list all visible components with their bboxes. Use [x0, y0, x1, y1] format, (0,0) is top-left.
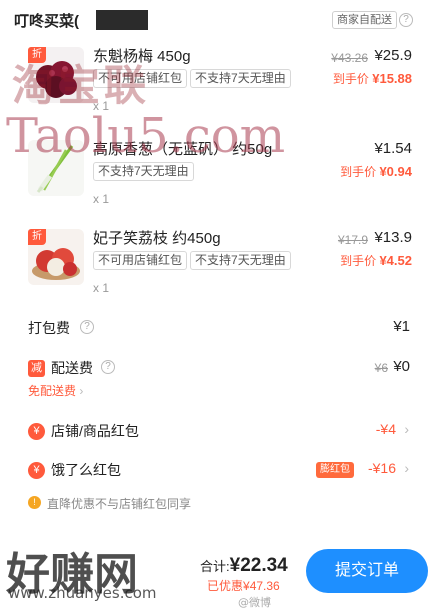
discount-tag: 折: [28, 47, 46, 63]
warning-icon: !: [28, 496, 41, 509]
product-tags: 不可用店铺红包 不支持7天无理由: [93, 251, 294, 270]
help-icon[interactable]: ?: [80, 320, 94, 334]
discount-badge: 减: [28, 360, 45, 377]
product-qty: x 1: [93, 192, 110, 206]
product-tags: 不可用店铺红包 不支持7天无理由: [93, 69, 294, 88]
discount-tag: 折: [28, 229, 46, 245]
final-price: 到手价 ¥4.52: [340, 253, 412, 268]
free-delivery-link[interactable]: 免配送费 ›: [28, 382, 83, 399]
delivery-fee-label: 配送费: [51, 360, 93, 376]
merchant-delivery-badge: 商家自配送: [332, 11, 397, 29]
saved-amount: 已优惠¥47.36: [207, 579, 280, 593]
fee-card: 打包费 ? ¥1 减 配送费 ? ¥6 ¥0 免配送费 › ¥ 店铺/商品红包 …: [0, 305, 440, 537]
ele-coupon-label: 饿了么红包: [51, 462, 121, 478]
product-tag: 不支持7天无理由: [93, 162, 194, 181]
final-price: 到手价 ¥0.94: [340, 164, 412, 179]
help-icon[interactable]: ?: [399, 13, 413, 27]
store-card: 叮咚买菜( 商家自配送 ? 折 东魁杨梅 450g 不可用店铺红包 不支持7天无理…: [0, 0, 440, 305]
coupon-icon: ¥: [28, 423, 45, 440]
product-qty: x 1: [93, 281, 110, 295]
product-tag: 不可用店铺红包: [93, 69, 188, 88]
product-name: 东魁杨梅 450g: [93, 48, 191, 65]
product-tag: 不可用店铺红包: [93, 251, 188, 270]
product-tag: 不支持7天无理由: [190, 251, 291, 270]
checkout-bar: 合计:¥22.34 已优惠¥47.36 提交订单: [0, 537, 440, 615]
product-tag: 不支持7天无理由: [190, 69, 291, 88]
original-price: ¥43.26: [331, 51, 368, 65]
product-qty: x 1: [93, 99, 110, 113]
store-name[interactable]: 叮咚买菜(: [14, 10, 79, 31]
product-tags: 不支持7天无理由: [93, 162, 197, 181]
product-price: ¥13.9: [374, 229, 412, 246]
product-name: 妃子笑荔枝 约450g: [93, 230, 221, 247]
product-price: ¥1.54: [374, 140, 412, 157]
delivery-fee-value: ¥0: [393, 358, 410, 375]
notice-text: 直降优惠不与店铺红包同享: [47, 497, 192, 511]
packing-fee-label: 打包费: [28, 320, 70, 336]
product-price: ¥25.9: [374, 47, 412, 64]
packing-fee-value: ¥1: [393, 318, 410, 335]
help-icon[interactable]: ?: [101, 360, 115, 374]
submit-order-button[interactable]: 提交订单: [306, 549, 428, 593]
coupon-icon: ¥: [28, 462, 45, 479]
product-item[interactable]: 高原香葱（无蓝矾） 约50g 不支持7天无理由 x 1 ¥1.54 到手价 ¥0…: [0, 140, 440, 230]
total-amount: 合计:¥22.34: [200, 555, 288, 576]
chevron-right-icon: ›: [404, 421, 409, 437]
chevron-right-icon: ›: [404, 460, 409, 476]
store-coupon-label: 店铺/商品红包: [51, 423, 139, 439]
scallion-image: [28, 140, 84, 196]
delivery-original-fee: ¥6: [374, 361, 388, 375]
product-name: 高原香葱（无蓝矾） 约50g: [93, 141, 273, 158]
ele-coupon-value: -¥16: [367, 460, 396, 476]
store-coupon-value: -¥4: [375, 421, 396, 437]
expand-coupon-badge: 膨红包: [316, 462, 354, 478]
final-price: 到手价 ¥15.88: [332, 71, 412, 86]
chevron-right-icon: ›: [79, 384, 84, 398]
original-price: ¥17.9: [337, 233, 368, 247]
product-item[interactable]: 折 东魁杨梅 450g 不可用店铺红包 不支持7天无理由 x 1 ¥43.26 ¥…: [0, 47, 440, 137]
redacted-block: [96, 10, 148, 30]
